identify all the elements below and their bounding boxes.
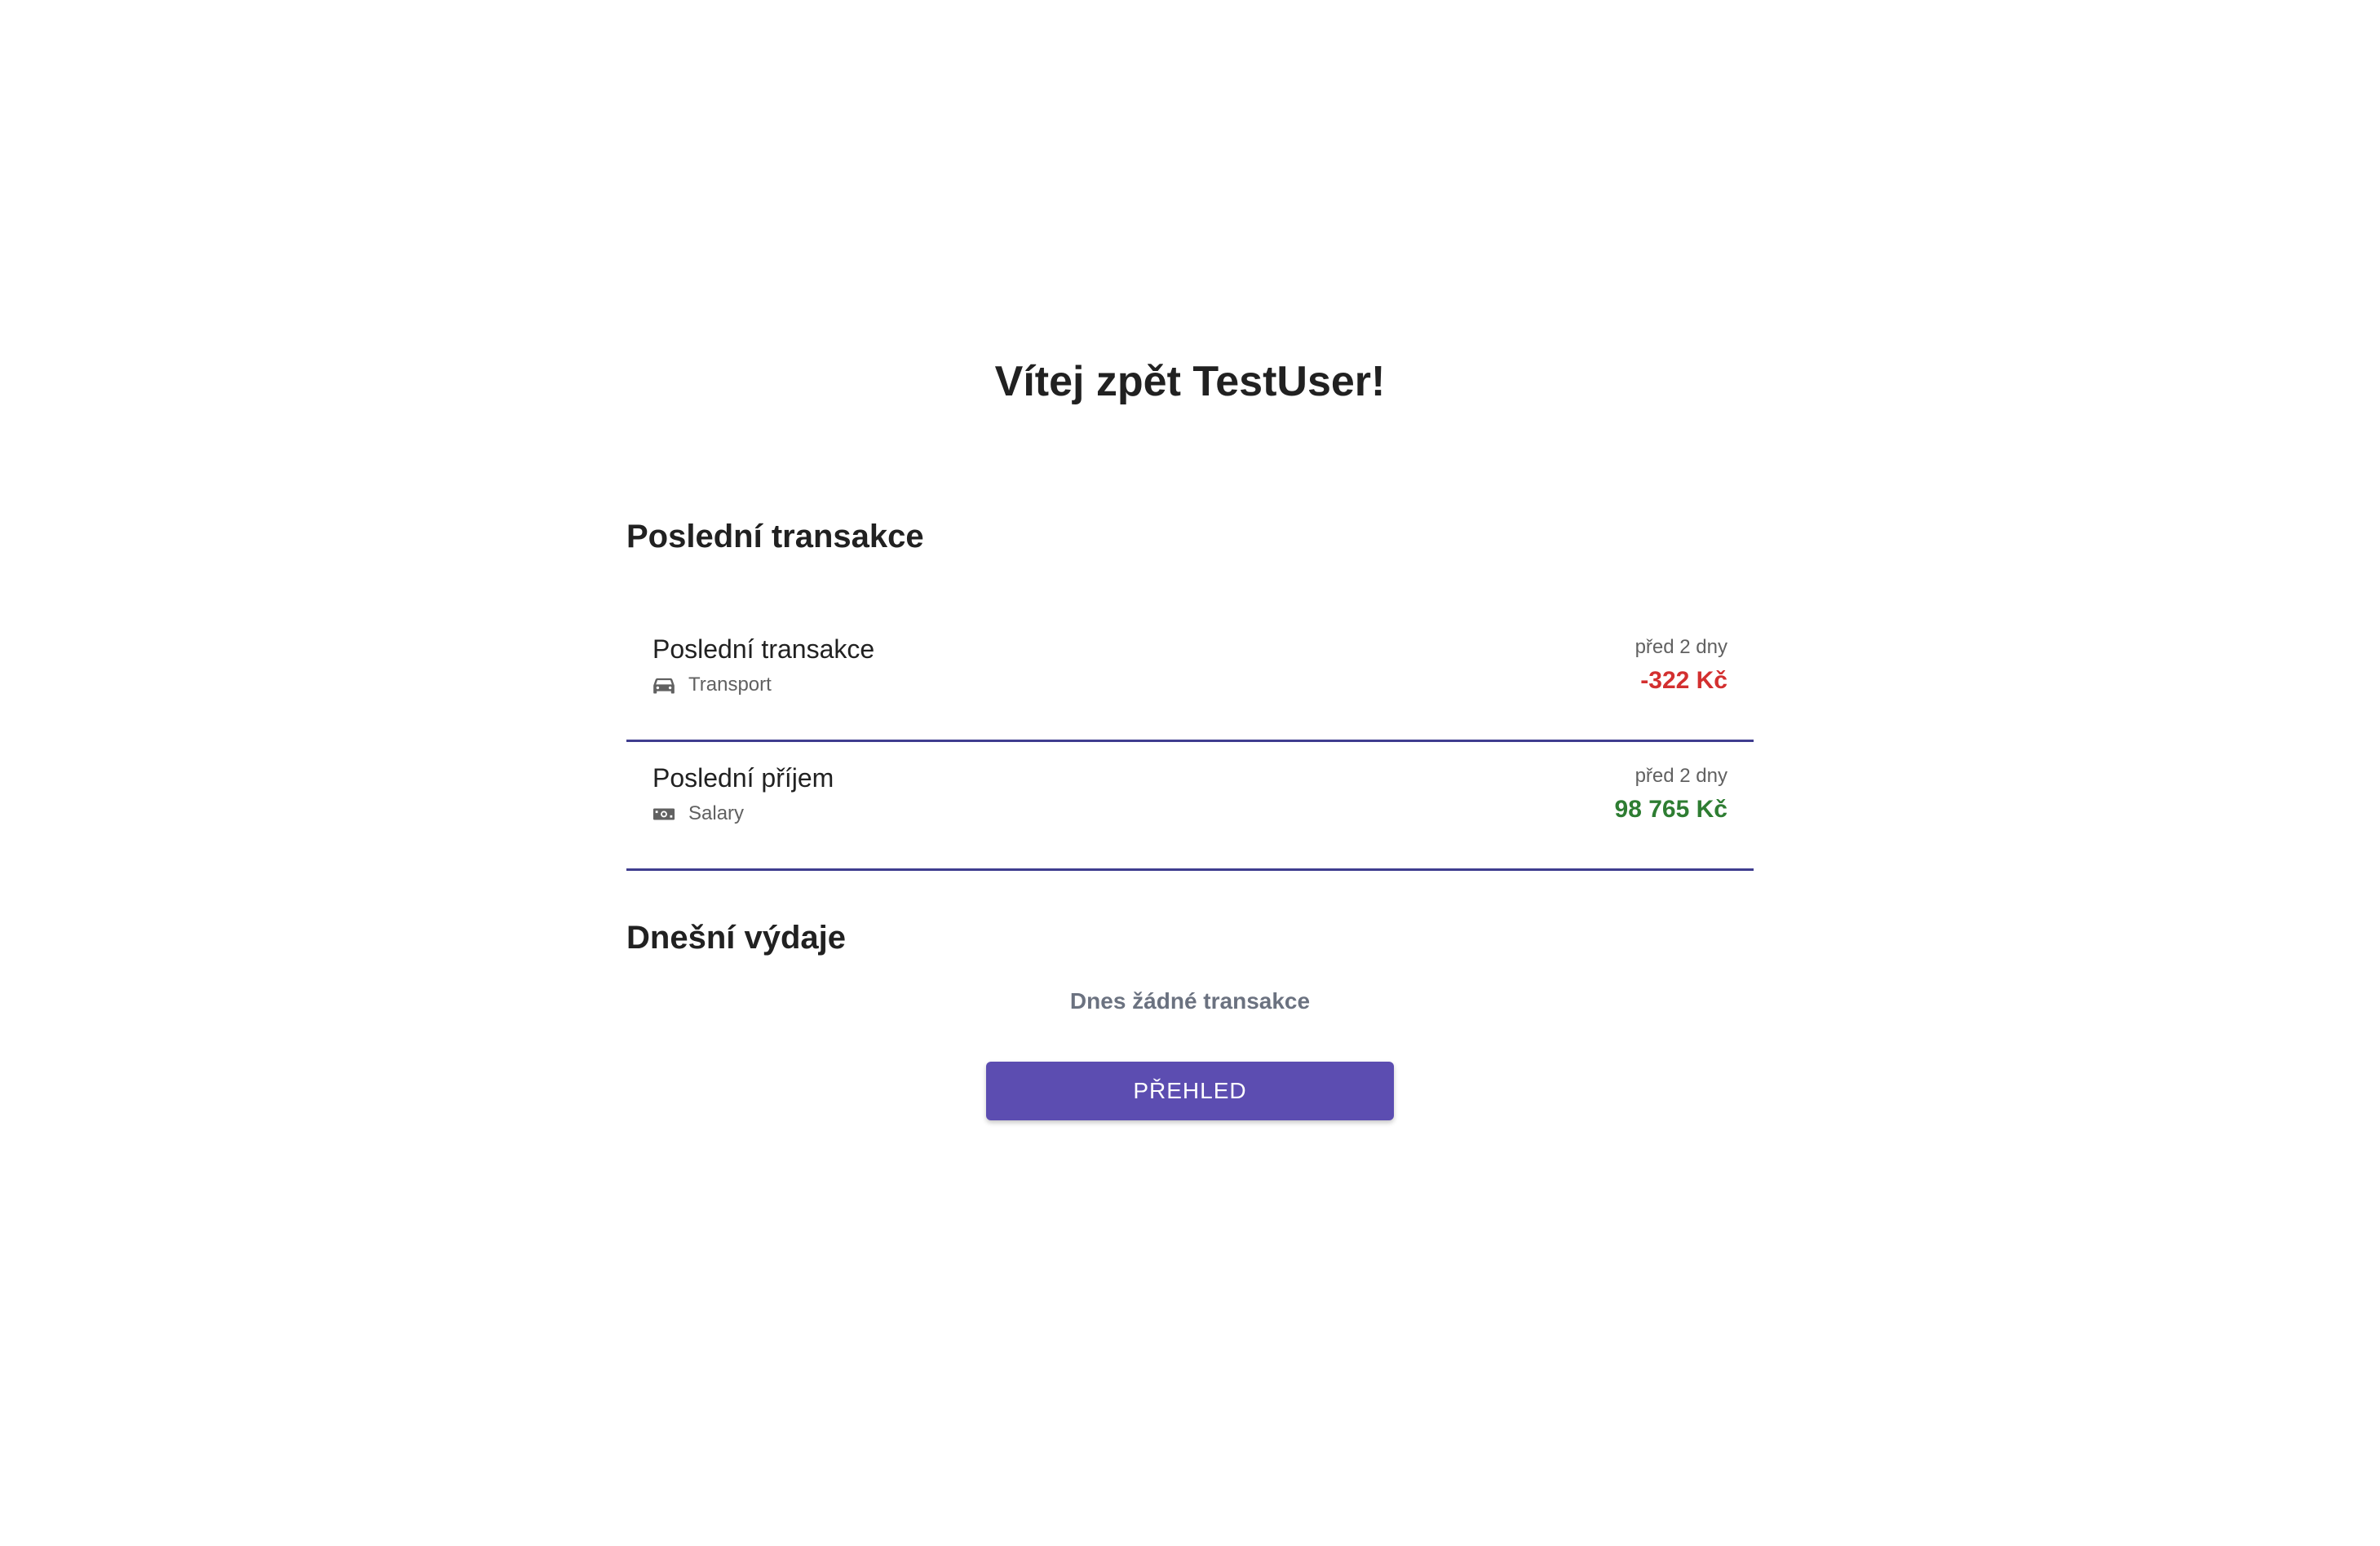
overview-button[interactable]: PŘEHLED	[986, 1062, 1394, 1120]
transaction-title: Poslední příjem	[653, 763, 834, 793]
recent-transactions-section: Poslední transakce Poslední transakce Tr…	[626, 514, 1754, 871]
today-expenses-title: Dnešní výdaje	[626, 920, 847, 956]
transaction-category-label: Salary	[688, 802, 745, 824]
transaction-category: Salary	[653, 801, 744, 827]
empty-state-message: Dnes žádné transakce	[1069, 988, 1311, 1014]
car-icon	[653, 674, 675, 696]
welcome-heading: Vítej zpět TestUser!	[994, 358, 1386, 405]
transaction-category-label: Transport	[688, 674, 772, 696]
transaction-title: Poslední transakce	[653, 634, 875, 664]
recent-transactions-title: Poslední transakce	[626, 519, 924, 554]
transaction-amount: 98 765 Kč	[1614, 796, 1727, 823]
transaction-category: Transport	[653, 672, 772, 698]
transaction-item-last-income[interactable]: Poslední příjem Salary před 2 dny 98 765…	[626, 744, 1754, 871]
transaction-time: před 2 dny	[1635, 636, 1727, 658]
transaction-amount: -322 Kč	[1640, 667, 1727, 694]
transaction-time: před 2 dny	[1635, 765, 1727, 787]
today-expenses-section: Dnešní výdaje Dnes žádné transakce PŘEHL…	[626, 915, 1754, 1120]
overview-button-wrapper: PŘEHLED	[626, 1062, 1754, 1120]
transaction-list: Poslední transakce Transport před 2 dny …	[626, 615, 1754, 871]
dashboard-page: Vítej zpět TestUser! Poslední transakce …	[0, 0, 2380, 1546]
transaction-item-last-expense[interactable]: Poslední transakce Transport před 2 dny …	[626, 615, 1754, 742]
money-icon	[653, 802, 675, 825]
